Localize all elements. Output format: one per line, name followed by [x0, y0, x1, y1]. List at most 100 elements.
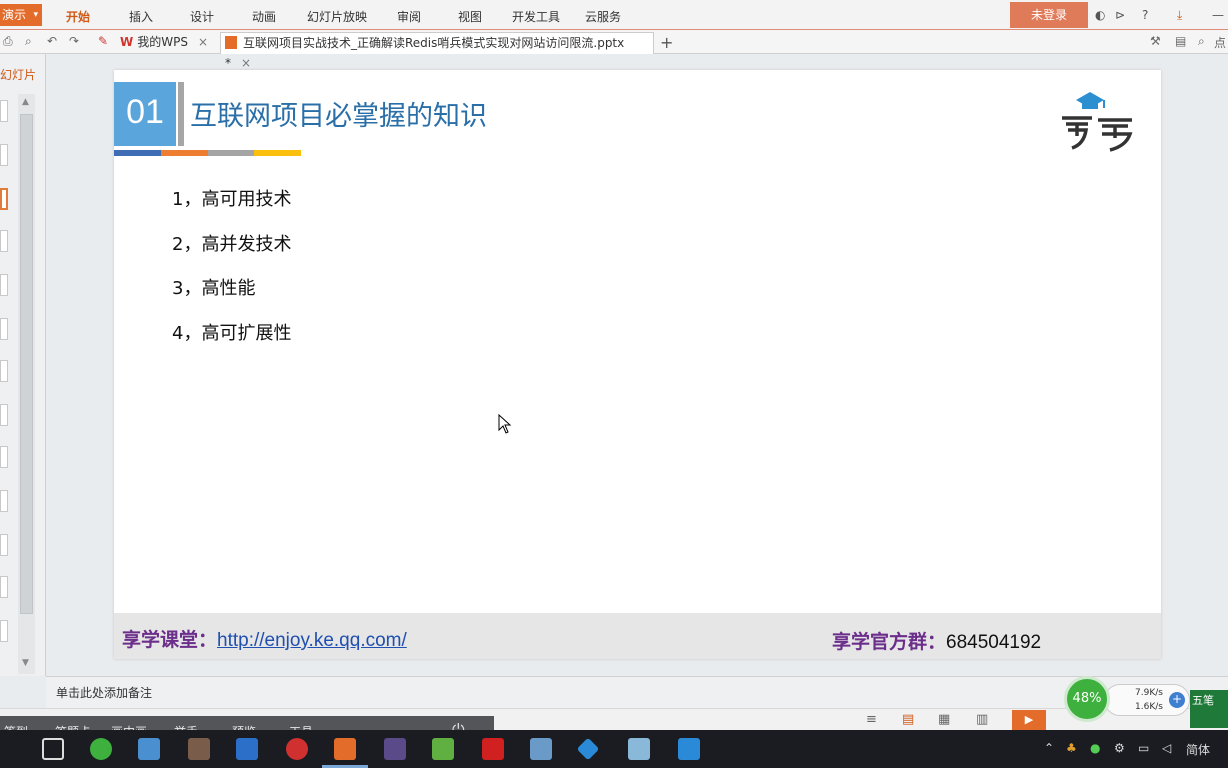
wps-writer-icon[interactable] [678, 738, 700, 760]
ime-indicator[interactable]: 五笔 [1190, 690, 1228, 728]
app-icon[interactable] [482, 738, 504, 760]
bullet-list[interactable]: 1，高可用技术 2，高并发技术 3，高性能 4，高可扩展性 [172, 188, 291, 366]
wps-presentation-icon[interactable] [334, 738, 356, 760]
slide-thumbnail[interactable] [0, 576, 8, 598]
section-number: 01 [114, 82, 176, 146]
slide-thumbnail-selected[interactable] [0, 188, 8, 210]
slide-thumbnail[interactable] [0, 620, 8, 642]
slide-thumbnail[interactable] [0, 144, 8, 166]
tray-icon[interactable]: ● [1090, 741, 1100, 755]
app-icon[interactable] [530, 738, 552, 760]
slide-thumbnail[interactable] [0, 490, 8, 512]
menu-insert[interactable]: 插入 [129, 8, 153, 25]
app-window: 演示 ▾ 开始 插入 设计 动画 幻灯片放映 审阅 视图 开发工具 云服务 未登录… [0, 0, 1228, 768]
upload-speed: 7.9K/s [1135, 688, 1163, 698]
bullet-item: 4，高可扩展性 [172, 322, 292, 344]
menu-home[interactable]: 开始 [66, 8, 90, 25]
slide-thumbnail[interactable] [0, 404, 8, 426]
memory-usage[interactable]: 48% [1064, 676, 1110, 722]
tab-current-file[interactable]: 互联网项目实战技术_正确解读Redis哨兵模式实现对网站访问限流.pptx * × [220, 32, 654, 70]
minimize-icon[interactable]: — [1212, 8, 1224, 22]
slide-canvas[interactable]: 01 互联网项目必掌握的知识 1，高可用技术 2，高并发技术 3，高性能 4，高… [114, 70, 1161, 659]
print-icon[interactable]: ⎙ [3, 34, 13, 49]
task-view-icon[interactable] [42, 738, 64, 760]
panel-label: 幻灯片 [0, 68, 37, 82]
app-icon[interactable] [384, 738, 406, 760]
play-slideshow-button[interactable]: ▶ [1012, 710, 1046, 730]
tools-icon[interactable]: ⚒ [1150, 34, 1161, 48]
tray-icon[interactable]: ⚙ [1114, 741, 1125, 755]
stripe-segment [114, 150, 161, 156]
speed-pill: 7.9K/s 1.6K/s + [1104, 684, 1190, 716]
bullet-item: 1，高可用技术 [172, 189, 292, 210]
slide-thumbnail[interactable] [0, 100, 8, 122]
app-icon[interactable] [188, 738, 210, 760]
menu-view[interactable]: 视图 [458, 8, 482, 25]
slide-thumbnail[interactable] [0, 230, 8, 252]
bullet-item: 3，高性能 [172, 278, 256, 299]
scroll-up-icon[interactable]: ▲ [22, 97, 29, 107]
stripe-segment [254, 150, 301, 156]
notes-toggle-icon[interactable]: ≡ [866, 712, 877, 727]
ime-label: 五笔 [1192, 694, 1214, 707]
notes-pane[interactable]: 单击此处添加备注 [46, 676, 1228, 708]
share-icon[interactable]: ⊳ [1115, 8, 1125, 22]
undo-icon[interactable]: ↶ [47, 34, 57, 48]
language-indicator[interactable]: 简体 [1186, 741, 1210, 758]
scrollbar-thumb[interactable] [20, 114, 33, 614]
slide-footer: 享学课堂：http://enjoy.ke.qq.com/ 享学官方群：68450… [114, 613, 1161, 659]
notes-placeholder[interactable]: 单击此处添加备注 [56, 684, 152, 701]
app-icon[interactable] [432, 738, 454, 760]
taskbar: ⌃ ♣ ● ⚙ ▭ ◁ 简体 [0, 730, 1228, 768]
skin-icon[interactable]: ◐ [1095, 8, 1105, 22]
menu-review[interactable]: 审阅 [397, 8, 421, 25]
tab-my-wps[interactable]: W 我的WPS × [120, 32, 220, 54]
help-icon[interactable]: ? [1142, 8, 1148, 22]
slide-title[interactable]: 互联网项目必掌握的知识 [190, 94, 487, 133]
search-icon[interactable]: ⌕ [1198, 34, 1205, 49]
login-button[interactable]: 未登录 [1010, 2, 1088, 28]
volume-icon[interactable]: ◁ [1162, 741, 1171, 755]
app-icon[interactable] [286, 738, 308, 760]
menu-design[interactable]: 设计 [190, 8, 214, 25]
menu-slideshow[interactable]: 幻灯片放映 [307, 8, 367, 25]
app-icon[interactable] [628, 738, 650, 760]
slide-thumbnail[interactable] [0, 318, 8, 340]
slide-thumbnail[interactable] [0, 446, 8, 468]
search-label-fragment[interactable]: 点 [1214, 34, 1226, 51]
app-icon[interactable] [576, 737, 600, 761]
menu-animation[interactable]: 动画 [252, 8, 276, 25]
scroll-down-icon[interactable]: ▼ [22, 658, 29, 668]
app-menu-button[interactable]: 演示 ▾ [0, 4, 42, 26]
network-icon[interactable]: ▭ [1138, 741, 1149, 755]
preview-icon[interactable]: ⌕ [25, 34, 32, 49]
slide-thumbnail[interactable] [0, 534, 8, 556]
bullet-item: 2，高并发技术 [172, 233, 292, 255]
close-icon[interactable]: × [241, 56, 251, 70]
download-icon[interactable]: ⤓ [1177, 8, 1182, 23]
xiangxue-logo [1062, 92, 1133, 152]
redo-icon[interactable]: ↷ [69, 34, 79, 48]
explorer-icon[interactable] [138, 738, 160, 760]
tab-my-wps-label: 我的WPS [137, 35, 188, 49]
format-painter-icon[interactable]: ✎ [98, 34, 108, 48]
menu-developer[interactable]: 开发工具 [512, 8, 560, 25]
thumbnail-scrollbar[interactable]: ▲ ▼ [18, 94, 35, 674]
group-number: 684504192 [946, 632, 1042, 653]
new-tab-icon[interactable]: + [660, 33, 673, 52]
add-icon[interactable]: + [1169, 692, 1185, 708]
reading-view-icon[interactable]: ▥ [976, 712, 988, 727]
menu-cloud[interactable]: 云服务 [585, 8, 621, 25]
slide-thumbnail[interactable] [0, 360, 8, 382]
sorter-view-icon[interactable]: ▦ [938, 712, 950, 727]
tray-icon[interactable]: ♣ [1066, 741, 1077, 755]
network-monitor[interactable]: 7.9K/s 1.6K/s + 48% [1064, 676, 1190, 722]
browser-icon[interactable] [90, 738, 112, 760]
close-icon[interactable]: × [198, 35, 208, 49]
collapse-icon[interactable]: ▤ [1175, 34, 1186, 48]
footer-link[interactable]: http://enjoy.ke.qq.com/ [217, 630, 407, 651]
chevron-up-icon[interactable]: ⌃ [1044, 741, 1054, 755]
app-icon[interactable] [236, 738, 258, 760]
normal-view-icon[interactable]: ▤ [902, 712, 914, 727]
slide-thumbnail[interactable] [0, 274, 8, 296]
